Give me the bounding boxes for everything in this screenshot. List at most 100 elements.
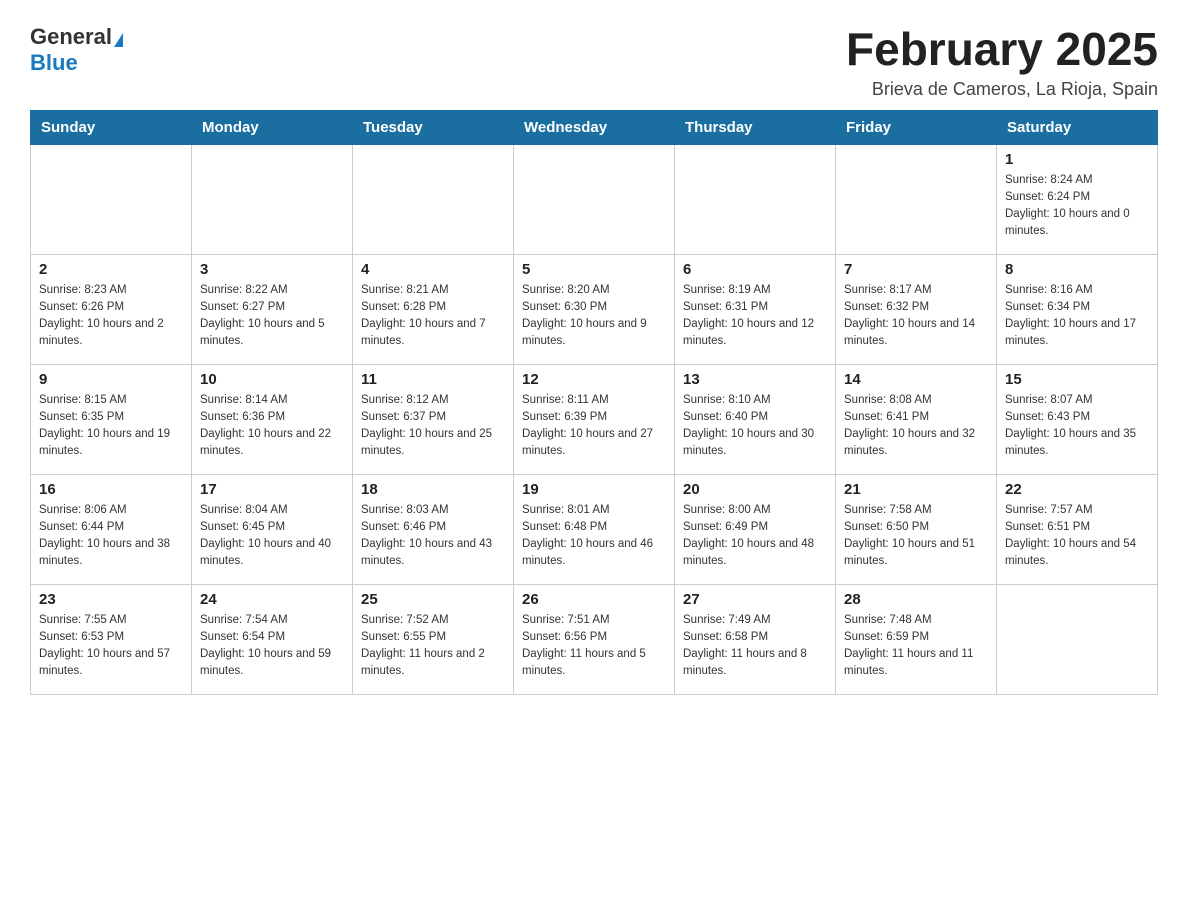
calendar-cell: 2 Sunrise: 8:23 AMSunset: 6:26 PMDaylight… (31, 254, 192, 364)
day-info: Sunrise: 8:11 AMSunset: 6:39 PMDaylight:… (522, 392, 666, 461)
day-number: 8 (1005, 261, 1149, 278)
calendar-cell: 17Sunrise: 8:04 AMSunset: 6:45 PMDayligh… (192, 474, 353, 584)
day-number: 20 (683, 481, 827, 498)
calendar-week-2: 2 Sunrise: 8:23 AMSunset: 6:26 PMDaylight… (31, 254, 1158, 364)
logo-text: General (30, 24, 123, 50)
day-info: Sunrise: 7:58 AMSunset: 6:50 PMDaylight:… (844, 502, 988, 571)
calendar-cell: 22 Sunrise: 7:57 AMSunset: 6:51 PMDayligh… (997, 474, 1158, 584)
day-info: Sunrise: 8:16 AMSunset: 6:34 PMDaylight:… (1005, 282, 1149, 351)
calendar-cell: 4 Sunrise: 8:21 AMSunset: 6:28 PMDaylight… (353, 254, 514, 364)
calendar-cell: 18 Sunrise: 8:03 AMSunset: 6:46 PMDayligh… (353, 474, 514, 584)
day-number: 24 (200, 591, 344, 608)
day-number: 18 (361, 481, 505, 498)
calendar-cell (353, 144, 514, 254)
calendar-cell: 28 Sunrise: 7:48 AMSunset: 6:59 PMDayligh… (836, 584, 997, 694)
calendar-cell: 10 Sunrise: 8:14 AMSunset: 6:36 PMDayligh… (192, 364, 353, 474)
logo-icon (114, 33, 123, 47)
header-tuesday: Tuesday (353, 110, 514, 144)
day-number: 12 (522, 371, 666, 388)
calendar-cell: 5 Sunrise: 8:20 AMSunset: 6:30 PMDaylight… (514, 254, 675, 364)
calendar-week-3: 9Sunrise: 8:15 AMSunset: 6:35 PMDaylight… (31, 364, 1158, 474)
header-wednesday: Wednesday (514, 110, 675, 144)
day-number: 16 (39, 481, 183, 498)
day-info: Sunrise: 8:24 AMSunset: 6:24 PMDaylight:… (1005, 172, 1149, 241)
calendar-header: Sunday Monday Tuesday Wednesday Thursday… (31, 110, 1158, 144)
calendar-week-5: 23 Sunrise: 7:55 AMSunset: 6:53 PMDayligh… (31, 584, 1158, 694)
logo: General Blue (30, 24, 123, 76)
day-info: Sunrise: 8:14 AMSunset: 6:36 PMDaylight:… (200, 392, 344, 461)
day-number: 19 (522, 481, 666, 498)
day-number: 15 (1005, 371, 1149, 388)
calendar-cell: 23 Sunrise: 7:55 AMSunset: 6:53 PMDayligh… (31, 584, 192, 694)
day-number: 21 (844, 481, 988, 498)
calendar-cell: 16Sunrise: 8:06 AMSunset: 6:44 PMDayligh… (31, 474, 192, 584)
day-info: Sunrise: 7:54 AMSunset: 6:54 PMDaylight:… (200, 612, 344, 681)
day-number: 11 (361, 371, 505, 388)
day-number: 13 (683, 371, 827, 388)
calendar-cell (192, 144, 353, 254)
calendar-cell (997, 584, 1158, 694)
day-number: 22 (1005, 481, 1149, 498)
day-info: Sunrise: 8:23 AMSunset: 6:26 PMDaylight:… (39, 282, 183, 351)
calendar-cell: 1 Sunrise: 8:24 AMSunset: 6:24 PMDaylight… (997, 144, 1158, 254)
calendar-cell (31, 144, 192, 254)
calendar-week-1: 1 Sunrise: 8:24 AMSunset: 6:24 PMDaylight… (31, 144, 1158, 254)
day-info: Sunrise: 8:03 AMSunset: 6:46 PMDaylight:… (361, 502, 505, 571)
calendar-cell: 26Sunrise: 7:51 AMSunset: 6:56 PMDayligh… (514, 584, 675, 694)
day-info: Sunrise: 8:07 AMSunset: 6:43 PMDaylight:… (1005, 392, 1149, 461)
day-number: 23 (39, 591, 183, 608)
day-number: 28 (844, 591, 988, 608)
header-sunday: Sunday (31, 110, 192, 144)
logo-blue: Blue (30, 50, 78, 76)
day-info: Sunrise: 7:48 AMSunset: 6:59 PMDaylight:… (844, 612, 988, 681)
day-info: Sunrise: 8:10 AMSunset: 6:40 PMDaylight:… (683, 392, 827, 461)
calendar-cell: 9Sunrise: 8:15 AMSunset: 6:35 PMDaylight… (31, 364, 192, 474)
day-info: Sunrise: 8:08 AMSunset: 6:41 PMDaylight:… (844, 392, 988, 461)
location: Brieva de Cameros, La Rioja, Spain (846, 79, 1158, 100)
header-saturday: Saturday (997, 110, 1158, 144)
day-number: 7 (844, 261, 988, 278)
calendar-cell: 14Sunrise: 8:08 AMSunset: 6:41 PMDayligh… (836, 364, 997, 474)
day-info: Sunrise: 7:52 AMSunset: 6:55 PMDaylight:… (361, 612, 505, 681)
day-info: Sunrise: 8:21 AMSunset: 6:28 PMDaylight:… (361, 282, 505, 351)
day-number: 10 (200, 371, 344, 388)
day-info: Sunrise: 7:55 AMSunset: 6:53 PMDaylight:… (39, 612, 183, 681)
calendar-cell (836, 144, 997, 254)
day-info: Sunrise: 7:51 AMSunset: 6:56 PMDaylight:… (522, 612, 666, 681)
weekday-header-row: Sunday Monday Tuesday Wednesday Thursday… (31, 110, 1158, 144)
calendar-cell: 12 Sunrise: 8:11 AMSunset: 6:39 PMDayligh… (514, 364, 675, 474)
calendar-cell: 15 Sunrise: 8:07 AMSunset: 6:43 PMDayligh… (997, 364, 1158, 474)
calendar-cell: 8 Sunrise: 8:16 AMSunset: 6:34 PMDaylight… (997, 254, 1158, 364)
day-number: 4 (361, 261, 505, 278)
header-thursday: Thursday (675, 110, 836, 144)
calendar-cell: 11 Sunrise: 8:12 AMSunset: 6:37 PMDayligh… (353, 364, 514, 474)
header-friday: Friday (836, 110, 997, 144)
calendar-cell: 21 Sunrise: 7:58 AMSunset: 6:50 PMDayligh… (836, 474, 997, 584)
calendar-body: 1 Sunrise: 8:24 AMSunset: 6:24 PMDaylight… (31, 144, 1158, 694)
day-number: 27 (683, 591, 827, 608)
day-number: 1 (1005, 151, 1149, 168)
month-title: February 2025 (846, 24, 1158, 75)
header-right: February 2025 Brieva de Cameros, La Rioj… (846, 24, 1158, 100)
header-monday: Monday (192, 110, 353, 144)
day-info: Sunrise: 8:19 AMSunset: 6:31 PMDaylight:… (683, 282, 827, 351)
day-number: 6 (683, 261, 827, 278)
day-number: 2 (39, 261, 183, 278)
calendar-week-4: 16Sunrise: 8:06 AMSunset: 6:44 PMDayligh… (31, 474, 1158, 584)
calendar-cell: 6 Sunrise: 8:19 AMSunset: 6:31 PMDaylight… (675, 254, 836, 364)
page-header: General Blue February 2025 Brieva de Cam… (30, 24, 1158, 100)
day-info: Sunrise: 8:20 AMSunset: 6:30 PMDaylight:… (522, 282, 666, 351)
calendar-cell (514, 144, 675, 254)
calendar-cell: 19Sunrise: 8:01 AMSunset: 6:48 PMDayligh… (514, 474, 675, 584)
logo-general: General (30, 24, 112, 49)
day-info: Sunrise: 8:17 AMSunset: 6:32 PMDaylight:… (844, 282, 988, 351)
day-info: Sunrise: 8:00 AMSunset: 6:49 PMDaylight:… (683, 502, 827, 571)
day-info: Sunrise: 7:57 AMSunset: 6:51 PMDaylight:… (1005, 502, 1149, 571)
calendar-table: Sunday Monday Tuesday Wednesday Thursday… (30, 110, 1158, 695)
calendar-cell: 3Sunrise: 8:22 AMSunset: 6:27 PMDaylight… (192, 254, 353, 364)
day-number: 17 (200, 481, 344, 498)
calendar-cell: 27Sunrise: 7:49 AMSunset: 6:58 PMDayligh… (675, 584, 836, 694)
day-info: Sunrise: 8:12 AMSunset: 6:37 PMDaylight:… (361, 392, 505, 461)
day-number: 5 (522, 261, 666, 278)
calendar-cell: 20 Sunrise: 8:00 AMSunset: 6:49 PMDayligh… (675, 474, 836, 584)
